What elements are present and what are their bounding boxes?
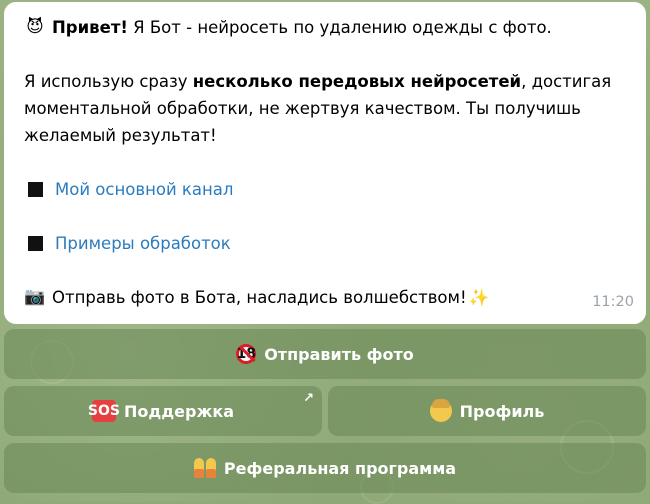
support-label: Поддержка	[123, 401, 235, 421]
call-to-action-text: Отправь фото в Бота, насладись волшебств…	[52, 288, 467, 307]
message-timestamp: 11:20	[592, 294, 634, 310]
description-text: желаемый результат!	[24, 126, 217, 145]
intro-line: 😈 Привет! Я Бот - нейросеть по удалению …	[24, 14, 630, 41]
send-photo-button[interactable]: 18 Отправить фото	[4, 329, 646, 379]
description-line-2: моментальной обработки, не жертвуя качес…	[24, 95, 630, 122]
person-icon	[429, 399, 452, 422]
smiling-devil-icon: 😈	[26, 17, 44, 37]
description-text: моментальной обработки, не жертвуя качес…	[24, 99, 581, 118]
profile-button[interactable]: Профиль	[328, 386, 646, 436]
arrow-up-right-icon: ↗	[303, 391, 314, 406]
examples-link-row: Примеры обработок	[24, 230, 630, 257]
message-bubble: 😈 Привет! Я Бот - нейросеть по удалению …	[4, 2, 646, 324]
black-square-icon	[28, 236, 43, 251]
profile-label: Профиль	[459, 401, 545, 421]
referral-program-label: Реферальная программа	[223, 458, 457, 478]
main-channel-link[interactable]: Мой основной канал	[55, 176, 233, 203]
description-text: , достигая	[521, 72, 612, 91]
black-square-icon	[28, 182, 43, 197]
call-to-action-line: 📷 Отправь фото в Бота, насладись волшебс…	[24, 284, 630, 311]
camera-icon: 📷	[24, 287, 46, 307]
examples-link[interactable]: Примеры обработок	[55, 230, 231, 257]
support-button[interactable]: SOS Поддержка ↗	[4, 386, 322, 436]
referral-program-button[interactable]: Реферальная программа	[4, 443, 646, 493]
intro-bold-text: Привет!	[52, 18, 128, 37]
sparkles-icon: ✨	[468, 288, 490, 307]
sos-icon: SOS	[88, 400, 120, 422]
intro-text: Я Бот - нейросеть по удалению одежды с ф…	[127, 18, 552, 37]
description-line-3: желаемый результат!	[24, 122, 630, 149]
two-people-icon	[193, 458, 216, 478]
description-line-1: Я использую сразу несколько передовых не…	[24, 68, 630, 95]
channel-link-row: Мой основной канал	[24, 176, 630, 203]
description-bold-text: несколько передовых нейросетей	[192, 72, 522, 91]
send-photo-label: Отправить фото	[264, 344, 414, 364]
description-text: Я использую сразу	[24, 72, 193, 91]
no-under-18-icon: 18	[236, 344, 257, 364]
